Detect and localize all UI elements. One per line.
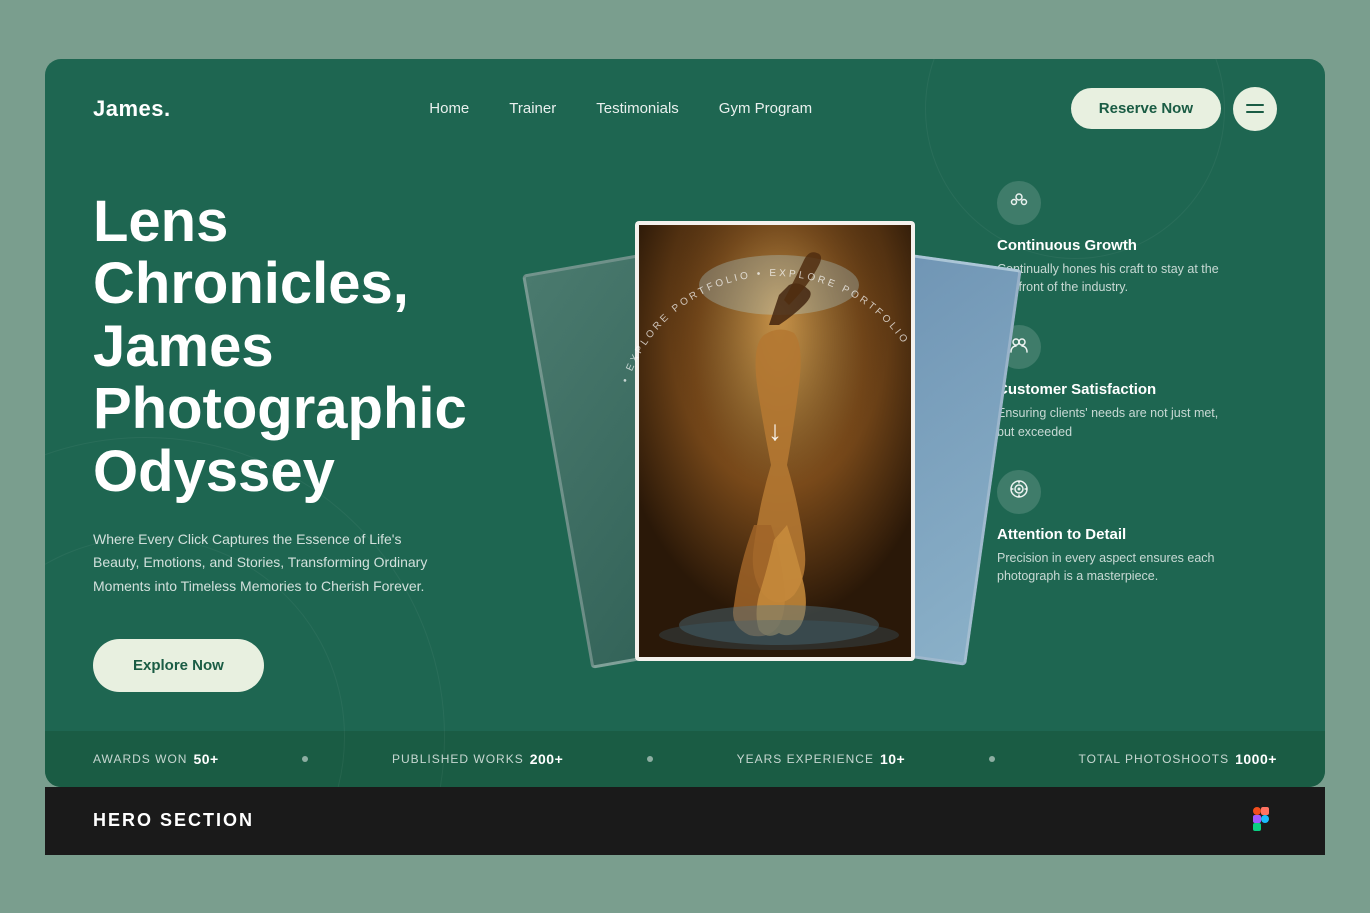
stat-photoshoots: TOTAL PHOTOSHOOTS 1000+ [1079,751,1277,767]
feature-desc-3: Precision in every aspect ensures each p… [997,549,1237,587]
nav-actions: Reserve Now [1071,87,1277,131]
photos-area: • EXPLORE PORTFOLIO • EXPLORE PORTFOLIO … [553,171,997,711]
explore-button[interactable]: Explore Now [93,639,264,692]
nav-link-gym[interactable]: Gym Program [719,100,812,117]
features-area: Continuous Growth Continually hones his … [997,171,1277,711]
stat-photoshoots-label: TOTAL PHOTOSHOOTS [1079,752,1230,766]
feature-desc-2: Ensuring clients' needs are not just met… [997,404,1237,442]
hero-text-section: Lens Chronicles, James Photographic Odys… [93,171,553,711]
stat-awards-value: 50+ [193,751,218,767]
stat-experience-label: YEARS EXPERIENCE [737,752,874,766]
stat-published-label: PUBLISHED WORKS [392,752,524,766]
stat-awards-label: AWARDS WON [93,752,187,766]
navbar: James. Home Trainer Testimonials Gym Pro… [45,59,1325,151]
feature-desc-1: Continually hones his craft to stay at t… [997,260,1237,298]
stat-experience: YEARS EXPERIENCE 10+ [737,751,906,767]
feature-continuous-growth: Continuous Growth Continually hones his … [997,181,1277,298]
feature-customer-satisfaction: Customer Satisfaction Ensuring clients' … [997,325,1277,442]
photo-stack: • EXPLORE PORTFOLIO • EXPLORE PORTFOLIO … [585,201,965,661]
stat-photoshoots-value: 1000+ [1235,751,1277,767]
stat-dot-3 [989,756,995,762]
hero-body: Lens Chronicles, James Photographic Odys… [45,151,1325,711]
svg-text:• EXPLORE PORTFOLIO • EXPLORE: • EXPLORE PORTFOLIO • EXPLORE PORTFOLIO [620,267,911,383]
reserve-button[interactable]: Reserve Now [1071,88,1221,129]
menu-line-2 [1246,111,1264,113]
nav-link-home[interactable]: Home [429,100,469,117]
feature-title-3: Attention to Detail [997,526,1277,543]
feature-title-2: Customer Satisfaction [997,381,1277,398]
circular-text: • EXPLORE PORTFOLIO • EXPLORE PORTFOLIO … [575,231,975,631]
menu-button[interactable] [1233,87,1277,131]
figma-icon [1245,805,1277,837]
stat-dot-1 [302,756,308,762]
nav-link-trainer[interactable]: Trainer [509,100,556,117]
nav-links: Home Trainer Testimonials Gym Program [429,100,812,118]
feature-icon-wrap-3 [997,470,1041,514]
page-label-text: HERO SECTION [93,810,254,831]
growth-icon [1008,189,1030,217]
detail-icon [1008,478,1030,506]
hero-title: Lens Chronicles, James Photographic Odys… [93,191,553,504]
hero-subtitle: Where Every Click Captures the Essence o… [93,528,433,599]
arrow-down-icon: ↓ [768,415,782,447]
stat-awards: AWARDS WON 50+ [93,751,219,767]
stat-dot-2 [647,756,653,762]
page-label-bar: HERO SECTION [45,787,1325,855]
stat-experience-value: 10+ [880,751,905,767]
brand-logo: James. [93,96,171,122]
hero-card: James. Home Trainer Testimonials Gym Pro… [45,59,1325,787]
stats-bar: AWARDS WON 50+ PUBLISHED WORKS 200+ YEAR… [45,731,1325,787]
feature-title-1: Continuous Growth [997,237,1277,254]
stat-published: PUBLISHED WORKS 200+ [392,751,563,767]
feature-icon-wrap-1 [997,181,1041,225]
feature-attention-detail: Attention to Detail Precision in every a… [997,470,1277,587]
menu-line-1 [1246,104,1264,106]
stat-published-value: 200+ [530,751,564,767]
nav-link-testimonials[interactable]: Testimonials [596,100,679,117]
